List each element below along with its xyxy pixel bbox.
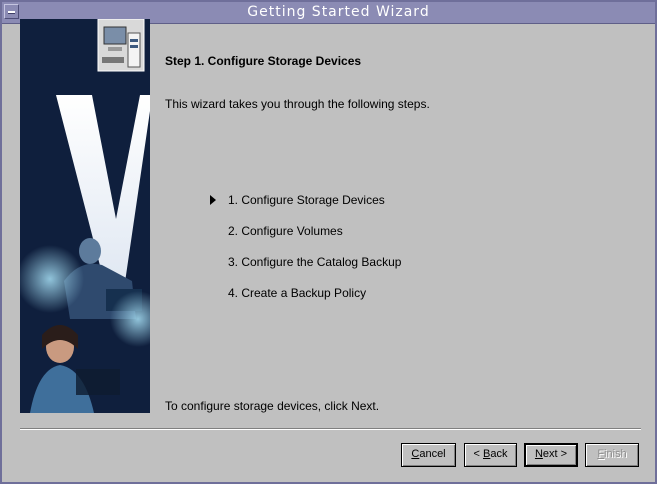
triangle-right-icon (210, 195, 216, 205)
step-item: 1. Configure Storage Devices (228, 193, 385, 207)
wizard-side-art (20, 19, 150, 413)
cancel-button-rest: ancel (419, 448, 446, 460)
divider (20, 428, 641, 430)
wizard-side-image (20, 19, 150, 413)
finish-button-rest: inish (604, 448, 627, 460)
cancel-button[interactable]: Cancel (401, 443, 456, 467)
intro-text: This wizard takes you through the follow… (165, 97, 430, 111)
window-menu-bar (8, 11, 15, 14)
wizard-window: Getting Started Wizard Step 1. Configure… (0, 0, 657, 484)
back-button[interactable]: < Back (464, 443, 517, 467)
next-button-mnemonic: N (534, 448, 543, 460)
instruction-text: To configure storage devices, click Next… (165, 399, 380, 413)
step-title: Step 1. Configure Storage Devices (165, 54, 362, 68)
window-menu-icon[interactable] (4, 4, 19, 19)
back-button-rest: ack (490, 448, 508, 460)
finish-button[interactable]: Finish (585, 443, 639, 467)
next-button-rest: ext > (542, 448, 568, 460)
step-item: 4. Create a Backup Policy (228, 286, 367, 300)
step-item: 3. Configure the Catalog Backup (228, 255, 402, 269)
back-button-prefix: < (473, 448, 483, 460)
computer-icon (97, 19, 145, 72)
step-item: 2. Configure Volumes (228, 224, 343, 238)
next-button[interactable]: Next > (524, 443, 578, 467)
